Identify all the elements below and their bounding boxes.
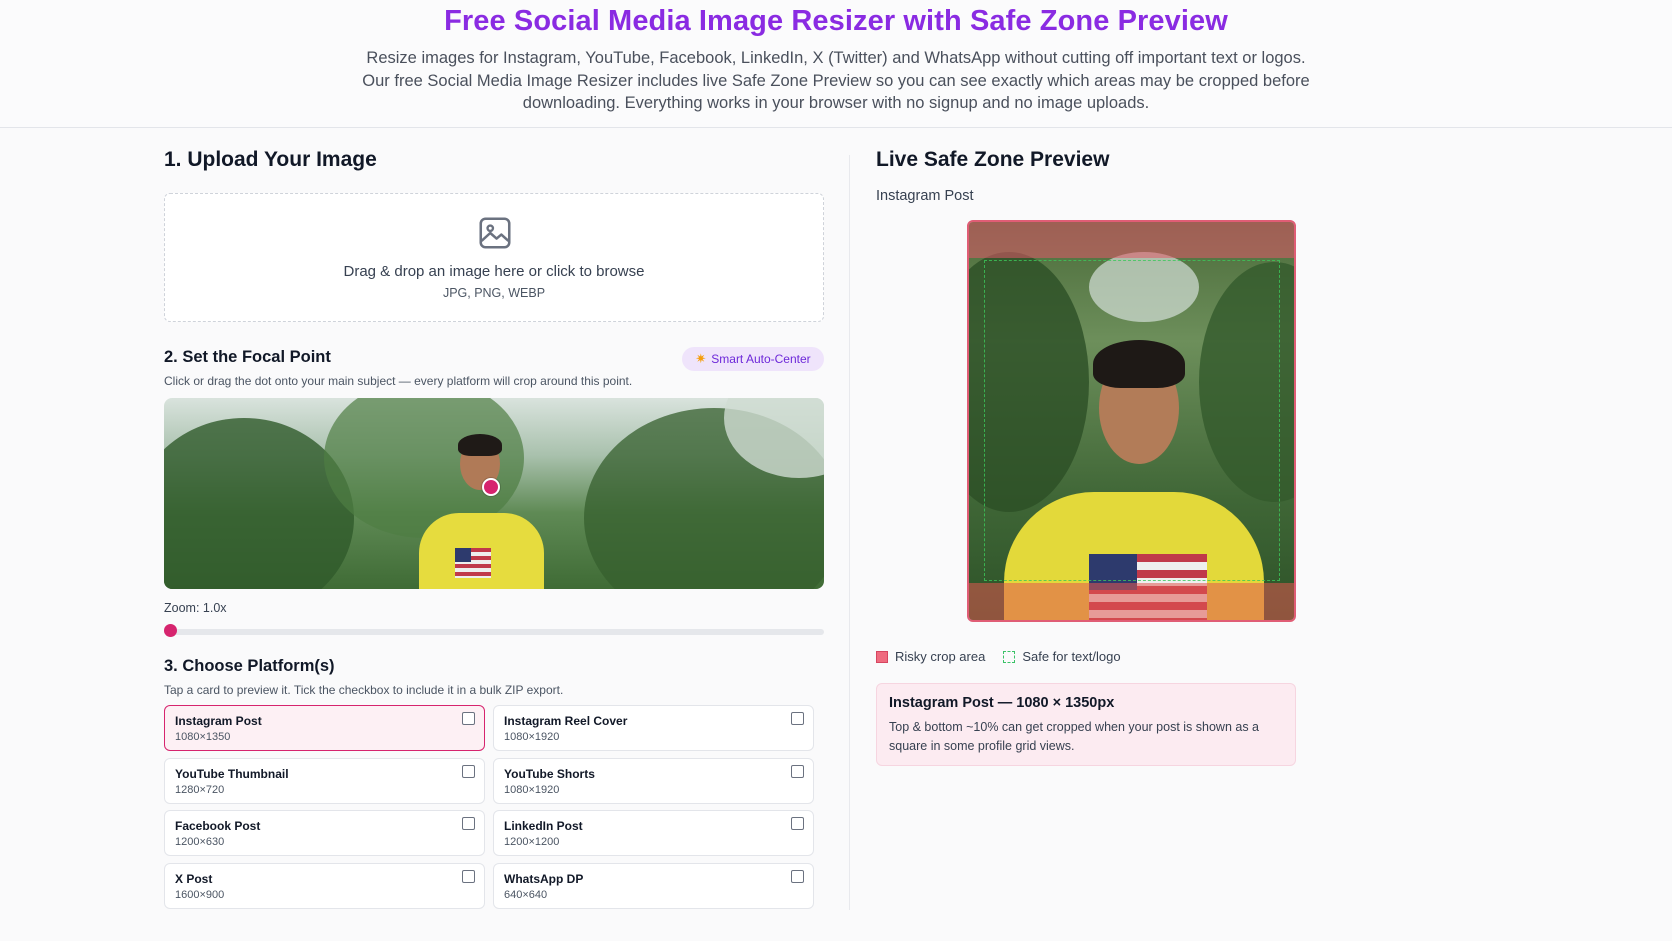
platform-card-checkbox[interactable] <box>791 712 804 725</box>
platform-card-size: 640×640 <box>504 888 548 901</box>
legend-safe-label: Safe for text/logo <box>1022 649 1121 664</box>
platform-card-size: 1080×1920 <box>504 783 560 796</box>
shirt-flag-canton <box>455 548 471 562</box>
platform-card-checkbox[interactable] <box>462 817 475 830</box>
sparkle-icon: ✷ <box>695 351 707 366</box>
focal-heading: 2. Set the Focal Point <box>164 348 331 366</box>
platform-card[interactable]: Instagram Post 1080×1350 <box>164 705 485 751</box>
subject-hair <box>458 434 502 456</box>
risky-zone-top <box>969 222 1294 258</box>
platform-card-size: 1080×1350 <box>175 731 231 743</box>
focal-hint: Click or drag the dot onto your main sub… <box>164 374 633 388</box>
platform-info-box: Instagram Post — 1080 × 1350px Top & bot… <box>876 683 1296 766</box>
image-icon <box>479 217 511 249</box>
safe-swatch <box>1003 650 1016 663</box>
safe-zone-outline <box>984 260 1280 581</box>
platform-card-checkbox[interactable] <box>791 869 804 883</box>
platform-card[interactable]: Instagram Reel Cover 1080×1920 <box>493 705 814 751</box>
platform-card[interactable]: YouTube Shorts 1080×1920 <box>493 757 814 804</box>
platform-card[interactable]: Facebook Post 1200×630 <box>164 810 485 856</box>
platform-card-name: LinkedIn Post <box>504 819 583 833</box>
platform-card[interactable]: YouTube Thumbnail 1280×720 <box>164 757 485 804</box>
focal-point-handle[interactable] <box>482 478 500 496</box>
page-title: Free Social Media Image Resizer with Saf… <box>444 5 1228 37</box>
safe-zone-preview <box>967 220 1296 622</box>
zoom-slider-thumb[interactable] <box>164 624 177 637</box>
platform-card[interactable]: WhatsApp DP 640×640 <box>493 862 814 909</box>
upload-heading: 1. Upload Your Image <box>164 148 377 171</box>
risky-swatch <box>876 650 888 663</box>
platform-card-checkbox[interactable] <box>462 764 475 778</box>
platform-card-checkbox[interactable] <box>791 764 804 778</box>
platform-card-name: YouTube Thumbnail <box>175 766 289 781</box>
platform-card-name: WhatsApp DP <box>504 871 584 886</box>
smart-auto-center-label: Smart Auto-Center <box>711 352 811 366</box>
platform-card[interactable]: LinkedIn Post 1200×1200 <box>493 810 814 856</box>
platform-card-name: X Post <box>175 871 213 886</box>
platform-card-checkbox[interactable] <box>791 817 804 830</box>
platform-card-name: Instagram Reel Cover <box>504 714 628 728</box>
page-header: Free Social Media Image Resizer with Saf… <box>0 0 1672 128</box>
platform-card-checkbox[interactable] <box>462 869 475 883</box>
column-divider <box>849 155 850 910</box>
platforms-hint: Tap a card to preview it. Tick the check… <box>164 683 564 697</box>
preview-legend: Risky crop area Safe for text/logo <box>876 649 1121 664</box>
platform-card-name: Facebook Post <box>175 819 261 833</box>
zoom-slider-track[interactable] <box>164 629 824 635</box>
platform-card-name: Instagram Post <box>175 714 262 728</box>
legend-risky-label: Risky crop area <box>895 649 986 664</box>
platforms-heading: 3. Choose Platform(s) <box>164 657 335 675</box>
platform-card[interactable]: X Post 1600×900 <box>164 862 485 909</box>
platform-card-size: 1080×1920 <box>504 731 560 743</box>
preview-platform: Instagram Post <box>876 188 974 204</box>
info-text: Top & bottom ~10% can get cropped when y… <box>889 720 1260 753</box>
focal-point-image[interactable] <box>164 398 824 589</box>
risky-zone-bottom <box>969 583 1294 620</box>
upload-drop-text: Drag & drop an image here or click to br… <box>343 263 645 280</box>
platform-card-size: 1200×1200 <box>504 836 560 848</box>
platform-card-size: 1280×720 <box>175 783 225 796</box>
platform-card-size: 1600×900 <box>175 888 225 901</box>
page-intro: Resize images for Instagram, YouTube, Fa… <box>362 49 1310 112</box>
info-title: Instagram Post — 1080 × 1350px <box>889 695 1115 711</box>
upload-formats: JPG, PNG, WEBP <box>442 286 546 300</box>
zoom-label: Zoom: 1.0x <box>164 601 227 615</box>
preview-heading: Live Safe Zone Preview <box>876 148 1110 171</box>
platform-card-checkbox[interactable] <box>462 712 475 725</box>
platform-card-name: YouTube Shorts <box>504 766 595 781</box>
platform-card-size: 1200×630 <box>175 836 225 848</box>
smart-auto-center-button[interactable]: ✷ Smart Auto-Center <box>682 347 824 371</box>
upload-dropzone[interactable]: Drag & drop an image here or click to br… <box>164 193 824 322</box>
